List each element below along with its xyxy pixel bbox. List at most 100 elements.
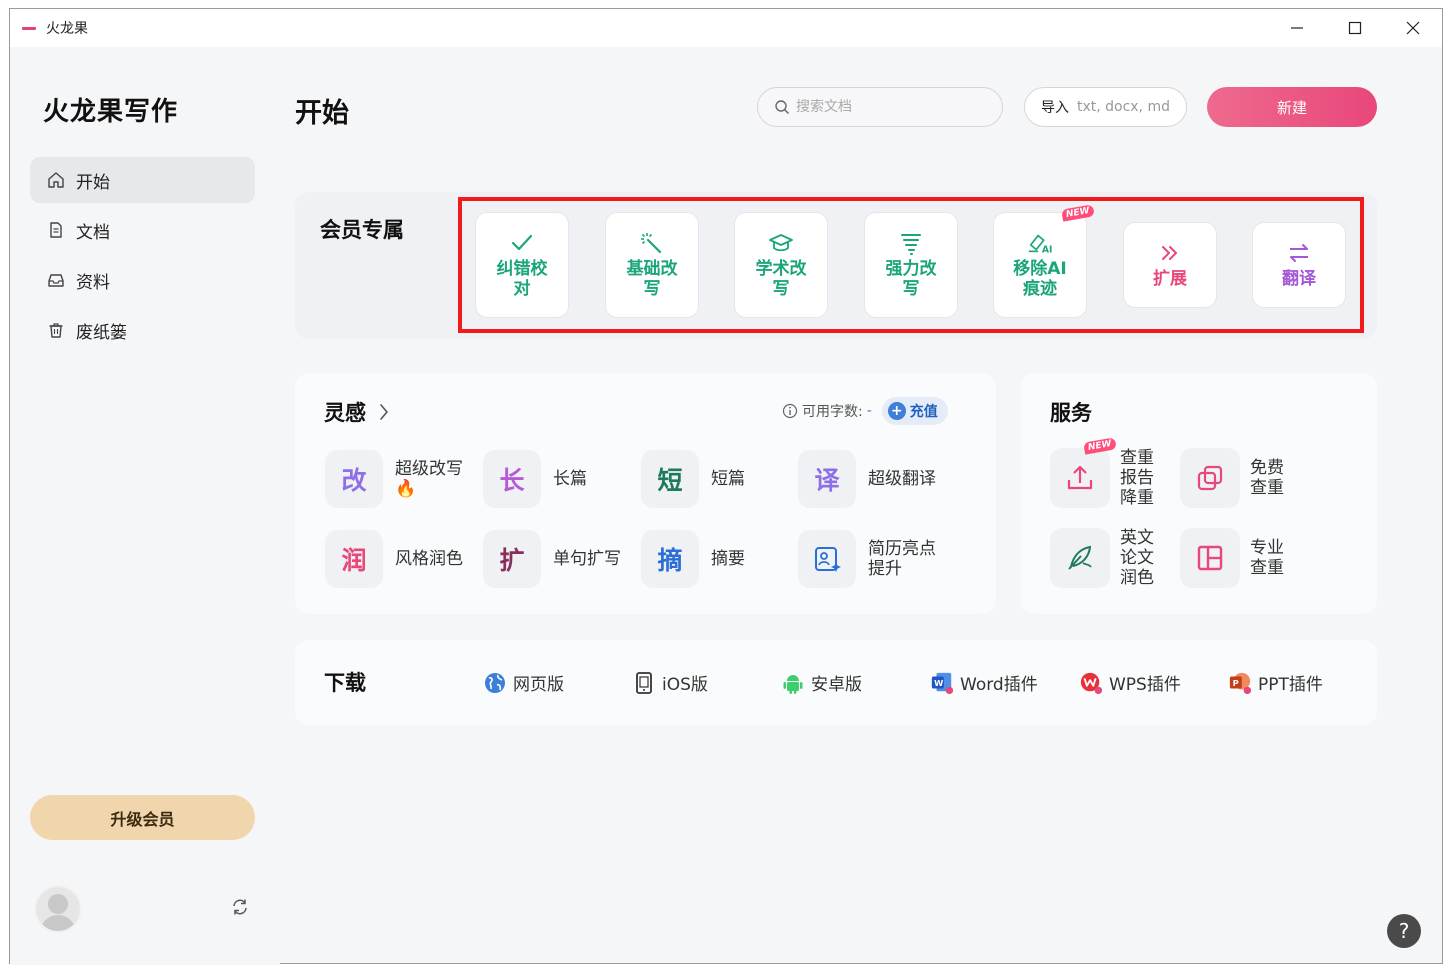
- help-button[interactable]: ?: [1387, 914, 1421, 948]
- inspiration-item-super-translate[interactable]: 译 超级翻译: [798, 450, 948, 508]
- chevron-right-icon[interactable]: [379, 403, 389, 425]
- vip-exclusive-card: 会员专属 纠错校对 基础改写 学术改写 强力改写 NEW AI 移除AI痕迹 扩…: [295, 192, 1377, 339]
- sidebar-item-trash[interactable]: 废纸篓: [30, 307, 255, 353]
- glyph-chip: 扩: [483, 530, 541, 588]
- tool-proofread[interactable]: 纠错校对: [475, 212, 569, 318]
- service-item-free-check[interactable]: 免费查重: [1180, 448, 1290, 508]
- sidebar-item-label: 文档: [76, 222, 110, 243]
- minimize-button[interactable]: [1268, 9, 1326, 47]
- sidebar-item-documents[interactable]: 文档: [30, 207, 255, 253]
- service-item-label: 免费查重: [1250, 458, 1284, 498]
- glyph-chip: 润: [325, 530, 383, 588]
- download-ppt-plugin[interactable]: P PPT插件: [1228, 670, 1323, 695]
- tool-translate[interactable]: 翻译: [1252, 222, 1346, 308]
- inspiration-item-super-rewrite[interactable]: 改 超级改写🔥: [325, 450, 475, 508]
- tool-label: 基础改写: [626, 259, 678, 299]
- trash-icon: [46, 320, 66, 340]
- resume-icon: [798, 530, 856, 588]
- glyph-chip: 译: [798, 450, 856, 508]
- close-button[interactable]: [1384, 9, 1442, 47]
- phone-icon: [632, 671, 656, 695]
- upgrade-membership-button[interactable]: 升级会员: [30, 795, 255, 840]
- ppt-icon: P: [1228, 671, 1252, 695]
- inbox-icon: [46, 270, 66, 290]
- main-content: 开始 导入 txt, docx, md 新建 会员专属 纠错校对: [280, 47, 1444, 965]
- download-wps-plugin[interactable]: WPS插件: [1079, 670, 1181, 695]
- download-web[interactable]: 网页版: [483, 670, 564, 695]
- new-document-button[interactable]: 新建: [1207, 87, 1377, 127]
- tool-remove-ai[interactable]: NEW AI 移除AI痕迹: [993, 204, 1095, 318]
- tool-expand[interactable]: 扩展: [1123, 222, 1217, 308]
- layout-icon: [1197, 545, 1223, 571]
- services-title: 服务: [1050, 401, 1092, 425]
- download-label: Word插件: [960, 675, 1038, 695]
- service-item-label: 英文论文润色: [1120, 528, 1154, 588]
- inspiration-item-label: 短篇: [711, 469, 745, 489]
- download-label: iOS版: [662, 675, 708, 695]
- tool-strong-rewrite[interactable]: 强力改写: [864, 212, 958, 318]
- inspiration-card: 灵感 可用字数: - + 充值 改 超级改写🔥 长 长篇 短 短篇 译 超级翻译…: [295, 373, 996, 614]
- app-window: 火龙果 火龙果写作 开始 文档 资料 废纸篓 升级会员 开始 搜索文档 导入 t…: [9, 8, 1444, 965]
- wps-icon: [1079, 671, 1103, 695]
- avatar-body: [40, 915, 76, 931]
- tool-label: 移除AI痕迹: [1013, 259, 1067, 299]
- service-item-label: 专业查重: [1250, 538, 1284, 578]
- maximize-button[interactable]: [1326, 9, 1384, 47]
- inspiration-title[interactable]: 灵感: [324, 397, 366, 427]
- info-icon: [782, 403, 798, 419]
- tool-label: 翻译: [1282, 269, 1316, 289]
- inspiration-item-label: 风格润色: [395, 549, 463, 569]
- sidebar-item-materials[interactable]: 资料: [30, 257, 255, 303]
- ai-eraser-icon: AI: [1027, 231, 1053, 255]
- glyph-chip: 短: [641, 450, 699, 508]
- inspiration-item-label: 摘要: [711, 549, 745, 569]
- maximize-icon: [1348, 21, 1362, 35]
- sidebar: 火龙果写作 开始 文档 资料 废纸篓 升级会员: [10, 47, 280, 965]
- sidebar-nav: 开始 文档 资料 废纸篓: [30, 157, 255, 357]
- tool-label: 纠错校对: [496, 259, 548, 299]
- globe-icon: [483, 671, 507, 695]
- recharge-button[interactable]: + 充值: [881, 397, 948, 425]
- glyph-chip: 摘: [641, 530, 699, 588]
- inspiration-item-short[interactable]: 短 短篇: [641, 450, 791, 508]
- android-icon: [781, 671, 805, 695]
- sidebar-item-label: 废纸篓: [76, 322, 127, 343]
- download-android[interactable]: 安卓版: [781, 670, 862, 695]
- tool-label: 强力改写: [885, 259, 937, 299]
- inspiration-item-long[interactable]: 长 长篇: [483, 450, 633, 508]
- service-item-label: 查重报告降重: [1120, 448, 1154, 508]
- inspiration-item-summary[interactable]: 摘 摘要: [641, 530, 791, 588]
- inspiration-item-sentence-expand[interactable]: 扩 单句扩写: [483, 530, 633, 588]
- sidebar-item-start[interactable]: 开始: [30, 157, 255, 203]
- import-button[interactable]: 导入 txt, docx, md: [1024, 87, 1187, 127]
- tool-academic-rewrite[interactable]: 学术改写: [734, 212, 828, 318]
- avatar-head: [48, 894, 68, 914]
- service-item-english-polish[interactable]: 英文论文润色: [1050, 528, 1160, 588]
- search-box[interactable]: [757, 87, 1003, 127]
- search-icon: [775, 100, 790, 115]
- svg-text:P: P: [1233, 678, 1239, 688]
- inspiration-item-style-polish[interactable]: 润 风格润色: [325, 530, 475, 588]
- service-item-report-rewrite[interactable]: NEW 查重报告降重: [1050, 437, 1160, 508]
- service-item-pro-check[interactable]: 专业查重: [1180, 528, 1290, 588]
- inspiration-item-label: 超级改写🔥: [395, 459, 463, 499]
- service-chip: NEW: [1050, 437, 1117, 508]
- quota-label: 可用字数:: [802, 404, 863, 420]
- home-icon: [46, 170, 66, 190]
- inspiration-item-resume[interactable]: 简历亮点提升: [798, 530, 948, 588]
- avatar[interactable]: [34, 885, 82, 933]
- download-ios[interactable]: iOS版: [632, 670, 708, 695]
- quill-icon: [1068, 545, 1092, 570]
- sync-icon[interactable]: [230, 897, 250, 917]
- service-chip: [1180, 448, 1240, 508]
- downloads-title: 下载: [324, 671, 366, 695]
- tool-label: 扩展: [1153, 269, 1187, 289]
- download-word-plugin[interactable]: W Word插件: [930, 670, 1038, 695]
- search-input[interactable]: [796, 99, 986, 115]
- app-logo-icon: [22, 23, 38, 33]
- copy-icon: [1197, 465, 1223, 491]
- tool-label: 学术改写: [755, 259, 807, 299]
- glyph-chip: 长: [483, 450, 541, 508]
- tool-basic-rewrite[interactable]: 基础改写: [605, 212, 699, 318]
- inspiration-item-label: 超级翻译: [868, 469, 936, 489]
